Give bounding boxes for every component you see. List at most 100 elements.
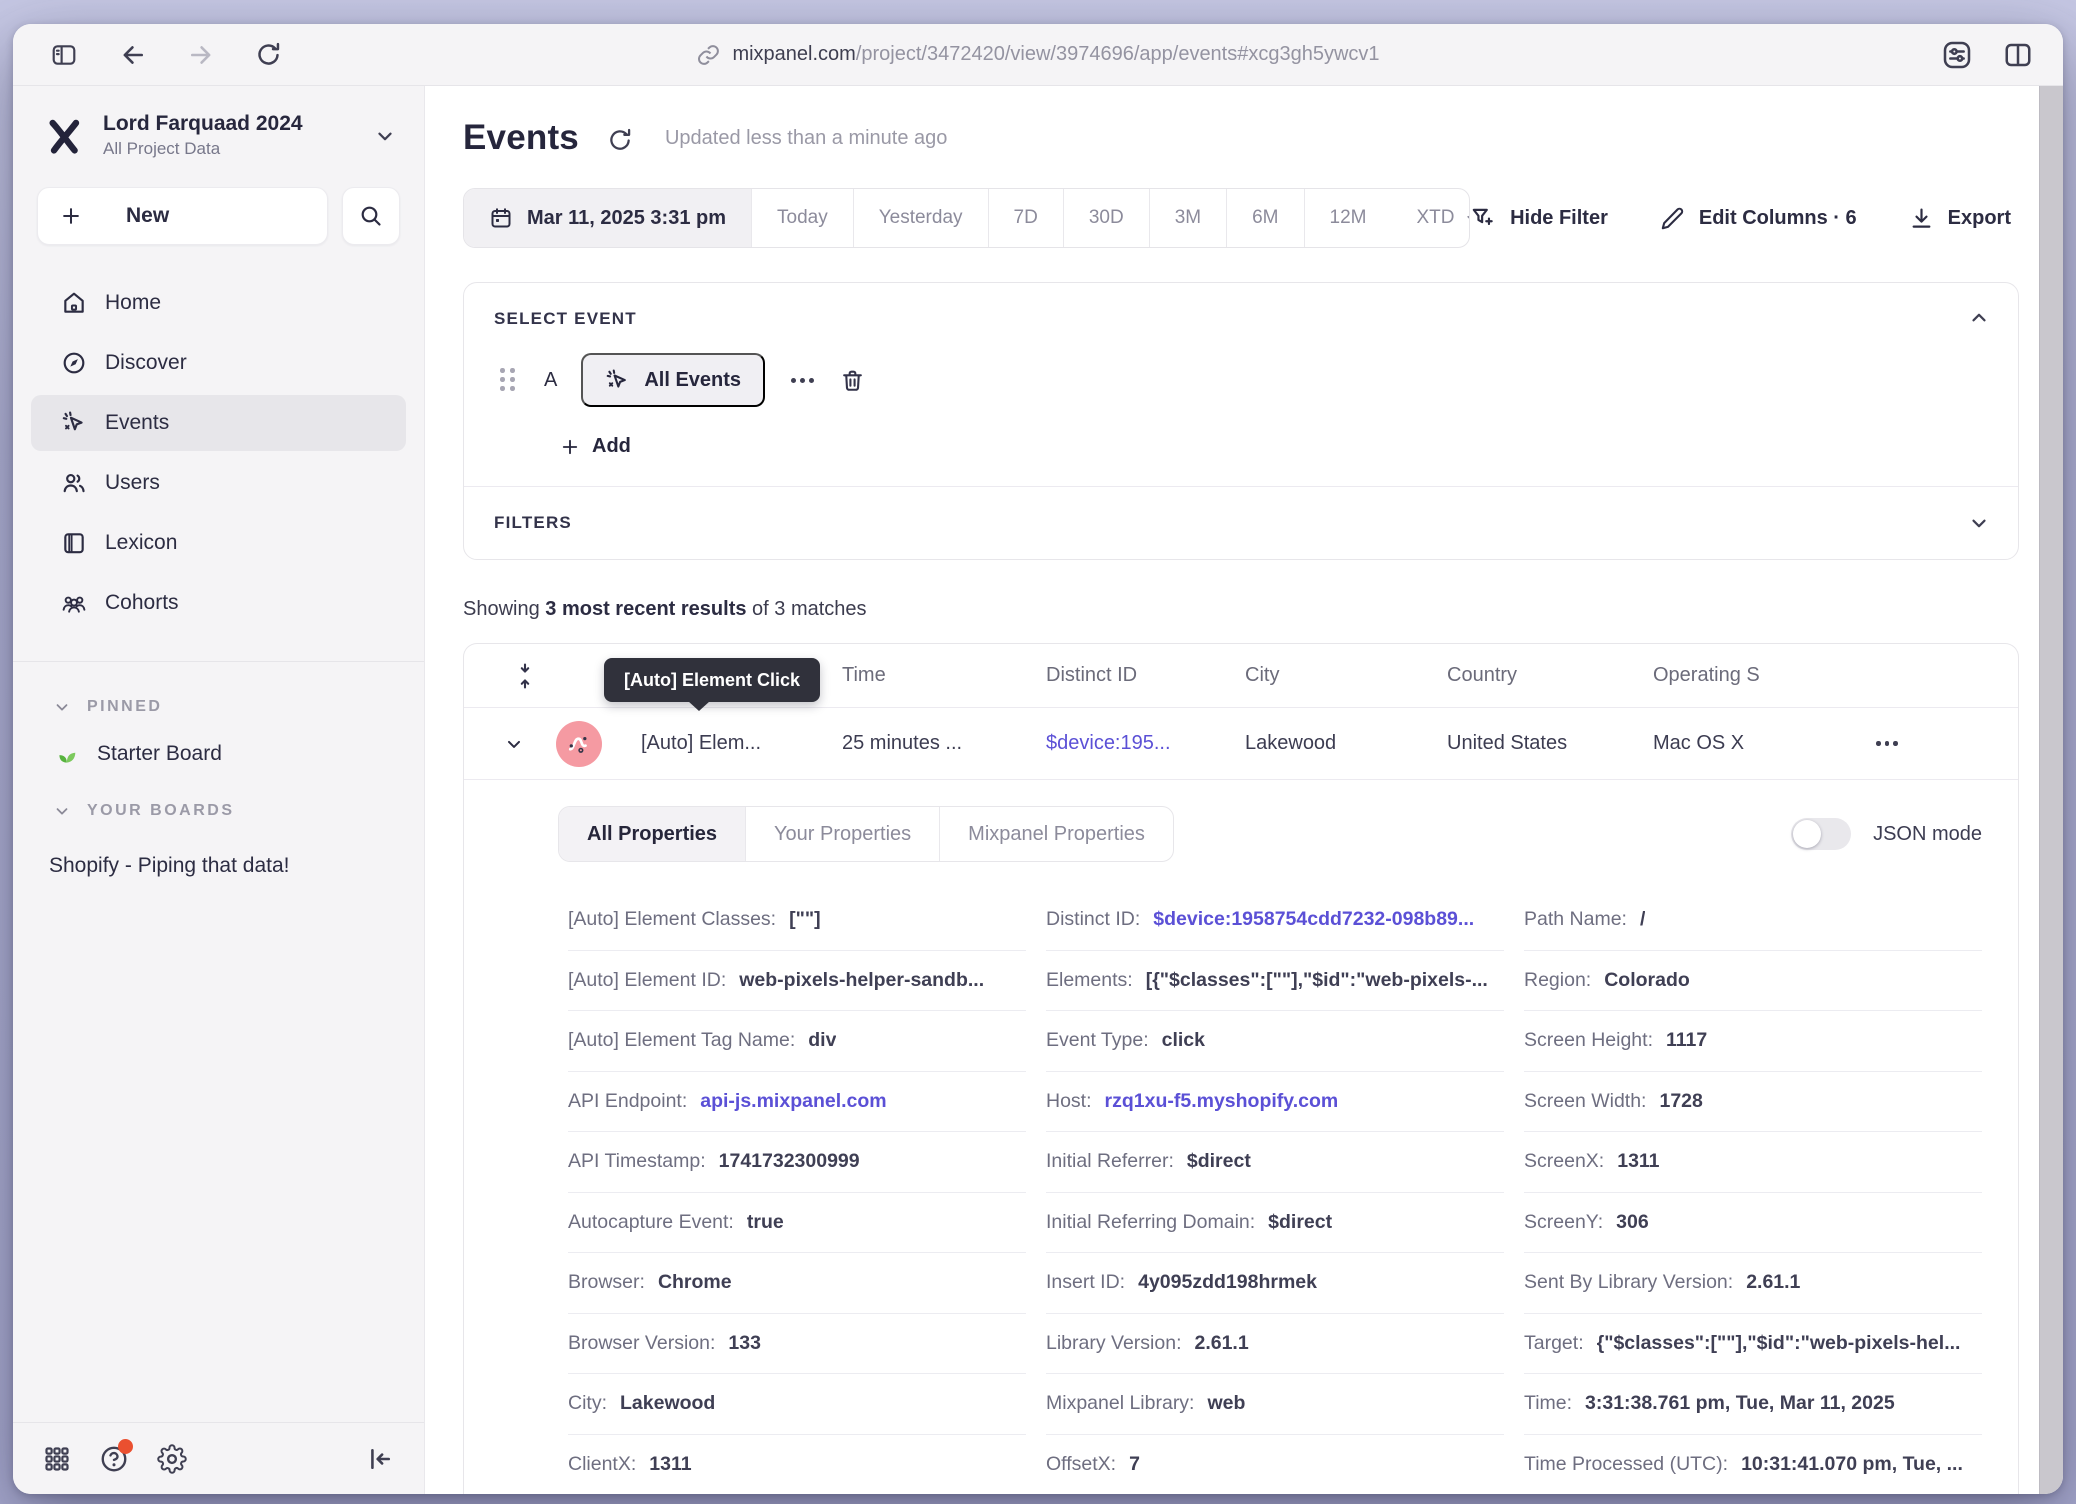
property-row[interactable]: Browser Version: 133 xyxy=(568,1314,1026,1375)
date-preset-button[interactable]: 12M xyxy=(1305,189,1392,247)
apps-grid-icon[interactable] xyxy=(43,1445,71,1473)
date-preset-button[interactable]: 6M xyxy=(1227,189,1304,247)
date-preset-button[interactable]: 3M xyxy=(1150,189,1227,247)
gear-icon[interactable] xyxy=(157,1444,187,1474)
new-button[interactable]: New xyxy=(37,187,328,245)
property-row[interactable]: Time Processed (UTC): 10:31:41.070 pm, T… xyxy=(1524,1435,1982,1495)
hide-filter-button[interactable]: Hide Filter xyxy=(1470,205,1608,231)
date-preset-button[interactable]: Yesterday xyxy=(854,189,989,247)
add-event-button[interactable]: Add xyxy=(560,435,1988,458)
column-header[interactable]: Distinct ID xyxy=(1046,664,1245,687)
cell-event-name[interactable]: [Auto] Elem... xyxy=(641,732,842,755)
sidebar-item-cohorts[interactable]: Cohorts xyxy=(31,575,406,631)
property-row[interactable]: Screen Width: 1728 xyxy=(1524,1072,1982,1133)
properties-tabs: All Properties Your Properties Mixpanel … xyxy=(558,806,1174,862)
property-row[interactable]: Elements: [{"$classes":[""],"$id":"web-p… xyxy=(1046,951,1504,1012)
trash-icon[interactable] xyxy=(840,368,865,393)
sidebar-item-events[interactable]: Events xyxy=(31,395,406,451)
scrollbar[interactable] xyxy=(2039,86,2063,1494)
search-button[interactable] xyxy=(342,187,400,245)
refresh-icon[interactable] xyxy=(607,127,633,153)
sidebar-item-shopify-board[interactable]: Shopify - Piping that data! xyxy=(13,854,424,878)
property-row[interactable]: Mixpanel Library: web xyxy=(1046,1374,1504,1435)
property-row[interactable]: Browser: Chrome xyxy=(568,1253,1026,1314)
sidebar-item-label: Discover xyxy=(105,351,187,375)
export-button[interactable]: Export xyxy=(1909,206,2011,231)
tab-your-properties[interactable]: Your Properties xyxy=(746,807,940,861)
property-row[interactable]: [Auto] Element ID: web-pixels-helper-san… xyxy=(568,951,1026,1012)
cell-distinct-id[interactable]: $device:195... xyxy=(1046,732,1245,755)
tab-mixpanel-properties[interactable]: Mixpanel Properties xyxy=(940,807,1173,861)
browser-tune-icon[interactable] xyxy=(1941,39,1973,71)
date-preset-button[interactable]: Today xyxy=(752,189,854,247)
sidebar-item-lexicon[interactable]: Lexicon xyxy=(31,515,406,571)
event-avatar xyxy=(556,721,602,767)
pinned-section-toggle[interactable]: PINNED xyxy=(13,698,424,716)
date-picker-button[interactable]: Mar 11, 2025 3:31 pm xyxy=(464,189,752,247)
drag-handle[interactable] xyxy=(500,368,516,392)
collapse-all-icon[interactable] xyxy=(514,661,536,691)
sidebar-item-starter-board[interactable]: Starter Board xyxy=(13,742,424,766)
reload-icon[interactable] xyxy=(255,41,282,68)
sidebar-nav: Home Discover Events Users Lexicon xyxy=(13,245,424,631)
property-row[interactable]: [Auto] Element Classes: [""] xyxy=(568,890,1026,951)
property-row[interactable]: City: Lakewood xyxy=(568,1374,1026,1435)
split-view-icon[interactable] xyxy=(2003,39,2033,71)
event-more-icon[interactable] xyxy=(789,372,816,389)
plus-icon xyxy=(60,205,82,227)
property-row[interactable]: Path Name: / xyxy=(1524,890,1982,951)
property-row[interactable]: Initial Referrer: $direct xyxy=(1046,1132,1504,1193)
sidebar-item-users[interactable]: Users xyxy=(31,455,406,511)
row-more-icon[interactable] xyxy=(1876,741,2018,746)
cell-time: 25 minutes ... xyxy=(842,732,1046,755)
property-row[interactable]: API Endpoint: api-js.mixpanel.com xyxy=(568,1072,1026,1133)
sidebar-footer xyxy=(13,1422,424,1494)
property-row[interactable]: Target: {"$classes":[""],"$id":"web-pixe… xyxy=(1524,1314,1982,1375)
property-row[interactable]: ScreenX: 1311 xyxy=(1524,1132,1982,1193)
event-details-panel: All Properties Your Properties Mixpanel … xyxy=(464,780,2018,1494)
your-boards-section-toggle[interactable]: YOUR BOARDS xyxy=(13,802,424,820)
property-row[interactable]: Library Version: 2.61.1 xyxy=(1046,1314,1504,1375)
chevron-down-icon[interactable] xyxy=(1968,512,1990,534)
column-header[interactable]: City xyxy=(1245,664,1447,687)
property-row[interactable]: Event Type: click xyxy=(1046,1011,1504,1072)
property-row[interactable]: OffsetX: 7 xyxy=(1046,1435,1504,1495)
address-bar[interactable]: mixpanel.com/project/3472420/view/397469… xyxy=(696,43,1379,67)
project-switcher[interactable]: Lord Farquaad 2024 All Project Data xyxy=(13,86,424,159)
collapse-sidebar-icon[interactable] xyxy=(366,1445,394,1473)
column-header[interactable]: Time xyxy=(842,664,1046,687)
date-range-value: Mar 11, 2025 3:31 pm xyxy=(527,207,726,230)
date-preset-xtd-button[interactable]: XTD xyxy=(1391,189,1470,247)
forward-icon[interactable] xyxy=(187,41,215,69)
property-row[interactable]: Host: rzq1xu-f5.myshopify.com xyxy=(1046,1072,1504,1133)
property-row[interactable]: [Auto] Element Tag Name: div xyxy=(568,1011,1026,1072)
property-row[interactable]: Distinct ID: $device:1958754cdd7232-098b… xyxy=(1046,890,1504,951)
property-row[interactable]: Autocapture Event: true xyxy=(568,1193,1026,1254)
property-row[interactable]: Sent By Library Version: 2.61.1 xyxy=(1524,1253,1982,1314)
chevron-up-icon[interactable] xyxy=(1968,307,1990,329)
column-header[interactable]: Country xyxy=(1447,664,1653,687)
date-preset-button[interactable]: 7D xyxy=(989,189,1064,247)
property-row[interactable]: Initial Referring Domain: $direct xyxy=(1046,1193,1504,1254)
property-row[interactable]: Screen Height: 1117 xyxy=(1524,1011,1982,1072)
property-row[interactable]: ClientX: 1311 xyxy=(568,1435,1026,1495)
tab-all-properties[interactable]: All Properties xyxy=(559,807,746,861)
back-icon[interactable] xyxy=(119,41,147,69)
table-row[interactable]: [Auto] Elem... 25 minutes ... $device:19… xyxy=(464,708,2018,780)
column-header[interactable]: Operating S xyxy=(1653,664,1876,687)
property-row[interactable]: Insert ID: 4y095zdd198hrmek xyxy=(1046,1253,1504,1314)
property-row[interactable]: Region: Colorado xyxy=(1524,951,1982,1012)
filters-label: FILTERS xyxy=(494,513,572,533)
edit-columns-button[interactable]: Edit Columns · 6 xyxy=(1660,206,1857,231)
row-expand-chevron-icon[interactable] xyxy=(504,734,524,754)
date-preset-button[interactable]: 30D xyxy=(1064,189,1150,247)
property-row[interactable]: API Timestamp: 1741732300999 xyxy=(568,1132,1026,1193)
property-row[interactable]: ScreenY: 306 xyxy=(1524,1193,1982,1254)
event-selector-chip[interactable]: All Events xyxy=(581,353,765,407)
property-row[interactable]: Time: 3:31:38.761 pm, Tue, Mar 11, 2025 xyxy=(1524,1374,1982,1435)
browser-sidebar-toggle-icon[interactable] xyxy=(49,42,79,68)
sidebar-item-discover[interactable]: Discover xyxy=(31,335,406,391)
filters-section[interactable]: FILTERS xyxy=(464,487,2018,559)
sidebar-item-home[interactable]: Home xyxy=(31,275,406,331)
json-mode-toggle[interactable] xyxy=(1791,818,1851,850)
